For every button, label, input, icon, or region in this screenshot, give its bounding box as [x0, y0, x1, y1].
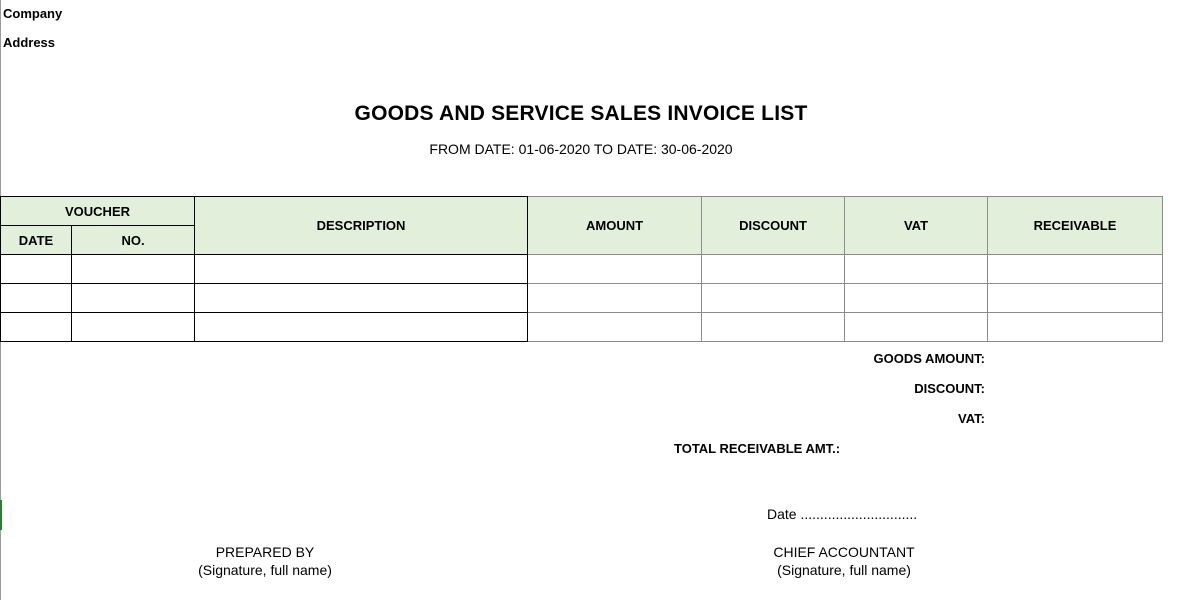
date-cell[interactable]	[0, 254, 72, 284]
no-cell[interactable]	[70, 254, 196, 284]
discount-cell[interactable]	[701, 312, 846, 342]
receivable-cell[interactable]	[987, 312, 1164, 342]
chief-accountant-block: CHIEF ACCOUNTANT (Signature, full name)	[744, 543, 944, 579]
description-header: DESCRIPTION	[194, 196, 529, 255]
vat-cell[interactable]	[844, 312, 989, 342]
amount-cell[interactable]	[527, 254, 703, 284]
address-label: Address	[3, 35, 56, 50]
description-cell[interactable]	[194, 254, 529, 284]
chief-accountant-signature-hint: (Signature, full name)	[777, 562, 911, 578]
date-header: DATE	[0, 225, 72, 255]
prepared-by-signature-hint: (Signature, full name)	[198, 562, 332, 578]
vat-header: VAT	[844, 196, 989, 255]
description-cell[interactable]	[194, 312, 529, 342]
amount-header: AMOUNT	[527, 196, 703, 255]
report-title: GOODS AND SERVICE SALES INVOICE LIST	[354, 102, 808, 125]
discount-total-label: DISCOUNT:	[914, 381, 985, 396]
discount-cell[interactable]	[701, 283, 846, 313]
voucher-header: VOUCHER	[0, 196, 196, 226]
receivable-cell[interactable]	[987, 254, 1164, 284]
amount-cell[interactable]	[527, 312, 703, 342]
report-date-range: FROM DATE: 01-06-2020 TO DATE: 30-06-202…	[429, 141, 733, 157]
description-cell[interactable]	[194, 283, 529, 313]
invoice-table: VOUCHER DESCRIPTION AMOUNT DISCOUNT VAT …	[0, 196, 1164, 342]
receivable-header: RECEIVABLE	[987, 196, 1164, 255]
discount-cell[interactable]	[701, 254, 846, 284]
no-cell[interactable]	[70, 283, 196, 313]
row-selection-marker	[0, 500, 2, 530]
vat-cell[interactable]	[844, 254, 989, 284]
date-cell[interactable]	[0, 283, 72, 313]
date-cell[interactable]	[0, 312, 72, 342]
table-row	[0, 283, 1164, 313]
receivable-cell[interactable]	[987, 283, 1164, 313]
amount-cell[interactable]	[527, 283, 703, 313]
vat-total-label: VAT:	[958, 411, 985, 426]
prepared-by-block: PREPARED BY (Signature, full name)	[175, 543, 355, 579]
vat-cell[interactable]	[844, 283, 989, 313]
discount-header: DISCOUNT	[701, 196, 846, 255]
goods-amount-label: GOODS AMOUNT:	[873, 351, 985, 366]
table-row	[0, 312, 1164, 342]
table-row	[0, 254, 1164, 284]
no-cell[interactable]	[70, 312, 196, 342]
total-receivable-label: TOTAL RECEIVABLE AMT.:	[674, 441, 841, 456]
prepared-by-title: PREPARED BY	[215, 544, 315, 560]
chief-accountant-title: CHIEF ACCOUNTANT	[773, 544, 915, 560]
company-label: Company	[3, 6, 63, 21]
no-header: NO.	[70, 225, 196, 255]
signature-date-line: Date ..............................	[767, 506, 918, 522]
